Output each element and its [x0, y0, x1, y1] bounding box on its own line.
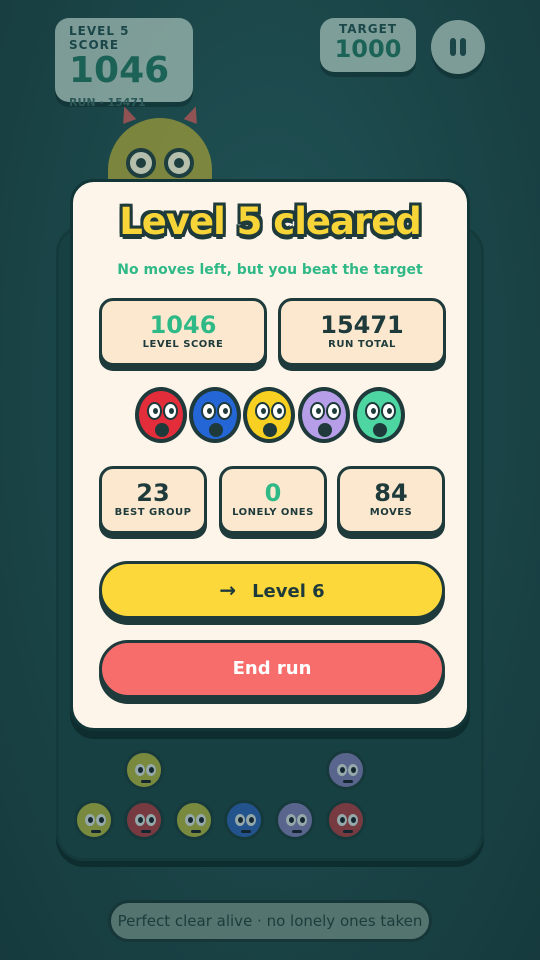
level-score-value: 1046: [69, 50, 170, 91]
target-card: TARGET 1000: [320, 18, 416, 72]
dialog-subtitle: No moves left, but you beat the target: [117, 262, 423, 278]
end-run-label: End run: [232, 658, 312, 679]
lonely-ones-label: LONELY ONES: [232, 507, 314, 518]
board-piece: [174, 800, 214, 840]
board-piece: [124, 750, 164, 790]
pause-button[interactable]: [431, 20, 485, 74]
level-score-stat-value: 1046: [149, 311, 217, 339]
level-score-label: LEVEL 5 SCORE: [69, 24, 130, 52]
face-blue: [189, 387, 241, 443]
run-total-stat: 15471 RUN TOTAL: [278, 298, 446, 366]
next-level-label: Level 6: [252, 581, 325, 602]
moves-stat: 84 MOVES: [337, 466, 445, 534]
end-run-button[interactable]: End run: [99, 640, 445, 698]
target-label: TARGET: [338, 22, 397, 36]
lonely-ones-stat: 0 LONELY ONES: [219, 466, 327, 534]
run-total-stat-value: 15471: [320, 311, 404, 339]
board-piece: [224, 800, 264, 840]
best-group-label: BEST GROUP: [114, 507, 192, 518]
moves-label: MOVES: [369, 507, 413, 518]
level-score-stat-label: LEVEL SCORE: [142, 339, 224, 350]
best-group-value: 23: [136, 479, 170, 507]
board-piece: [124, 800, 164, 840]
best-group-stat: 23 BEST GROUP: [99, 466, 207, 534]
level-cleared-dialog: Level 5 cleared No moves left, but you b…: [70, 179, 470, 731]
face-purple: [298, 387, 350, 443]
arrow-right-icon: →: [219, 578, 237, 602]
face-red: [135, 387, 187, 443]
board-piece: [326, 800, 366, 840]
face-green: [353, 387, 405, 443]
level-score-card: LEVEL 5 SCORE 1046 RUN · 15471: [55, 18, 193, 109]
hint-pill: Perfect clear alive · no lonely ones tak…: [108, 900, 432, 942]
next-level-button[interactable]: → Level 6: [99, 561, 445, 619]
moves-value: 84: [374, 479, 408, 507]
board-piece: [326, 750, 366, 790]
board-piece: [275, 800, 315, 840]
level-score-stat: 1046 LEVEL SCORE: [99, 298, 267, 366]
run-total-stat-label: RUN TOTAL: [328, 339, 396, 350]
target-value: 1000: [334, 35, 402, 63]
board-piece: [74, 800, 114, 840]
dialog-title: Level 5 cleared: [119, 200, 422, 243]
lonely-ones-value: 0: [264, 479, 282, 507]
face-yellow: [243, 387, 295, 443]
